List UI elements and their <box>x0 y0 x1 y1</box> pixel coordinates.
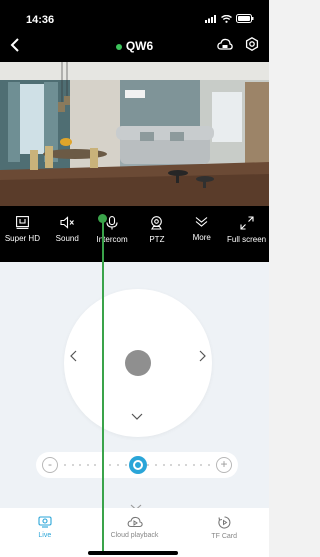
ptz-panel: - + <box>0 262 269 512</box>
tf-card-icon <box>218 516 231 529</box>
chevron-left-icon[interactable] <box>69 350 77 362</box>
more-label: More <box>192 233 211 242</box>
bottom-tab-bar: Live Cloud playback TF Card <box>0 508 269 557</box>
status-icons <box>205 14 254 23</box>
intercom-button[interactable]: Intercom <box>90 206 135 262</box>
expand-icon <box>239 216 254 230</box>
top-bar: 14:36 QW6 <box>0 0 269 62</box>
wifi-icon <box>221 14 232 23</box>
cloud-playback-icon <box>127 516 143 528</box>
chevron-right-icon[interactable] <box>199 350 207 362</box>
more-button[interactable]: More <box>179 206 224 262</box>
annotation-dot <box>98 214 107 223</box>
tab-cloud-playback-label: Cloud playback <box>110 532 159 539</box>
zoom-in-button[interactable]: + <box>216 457 232 473</box>
tab-live[interactable]: Live <box>0 508 90 557</box>
live-video-feed[interactable] <box>0 62 269 206</box>
hd-quality-icon <box>15 216 29 229</box>
settings-icon[interactable] <box>245 37 259 51</box>
tab-live-label: Live <box>38 532 52 539</box>
ptz-label: PTZ <box>149 235 165 244</box>
video-controls: Super HD Sound Intercom PTZ More Full sc… <box>0 206 269 262</box>
chevron-down-icon[interactable] <box>131 413 143 421</box>
tab-tf-card-label: TF Card <box>211 533 238 540</box>
home-indicator <box>88 551 178 555</box>
ptz-button[interactable]: PTZ <box>134 206 179 262</box>
page-title: QW6 <box>125 39 154 53</box>
sound-muted-icon <box>60 216 74 229</box>
super-hd-label: Super HD <box>4 234 40 243</box>
full-screen-label: Full screen <box>226 235 267 244</box>
microphone-icon <box>106 216 118 230</box>
joystick-knob[interactable] <box>125 350 151 376</box>
live-camera-icon <box>38 516 52 528</box>
camera-ptz-icon <box>151 216 163 230</box>
full-screen-button[interactable]: Full screen <box>224 206 269 262</box>
online-status-dot <box>115 43 122 50</box>
cloud-settings-icon[interactable] <box>217 38 233 51</box>
zoom-slider[interactable]: - + <box>36 452 238 478</box>
annotation-line <box>102 216 104 552</box>
battery-icon <box>236 14 254 23</box>
zoom-out-button[interactable]: - <box>42 457 58 473</box>
signal-icon <box>205 14 216 23</box>
zoom-slider-thumb[interactable] <box>129 456 147 474</box>
header-actions <box>217 37 259 51</box>
sound-label: Sound <box>55 234 79 243</box>
sound-button[interactable]: Sound <box>45 206 90 262</box>
chevron-double-down-icon <box>195 217 208 227</box>
tab-tf-card[interactable]: TF Card <box>179 508 269 557</box>
status-time: 14:36 <box>26 14 55 26</box>
super-hd-button[interactable]: Super HD <box>0 206 45 262</box>
